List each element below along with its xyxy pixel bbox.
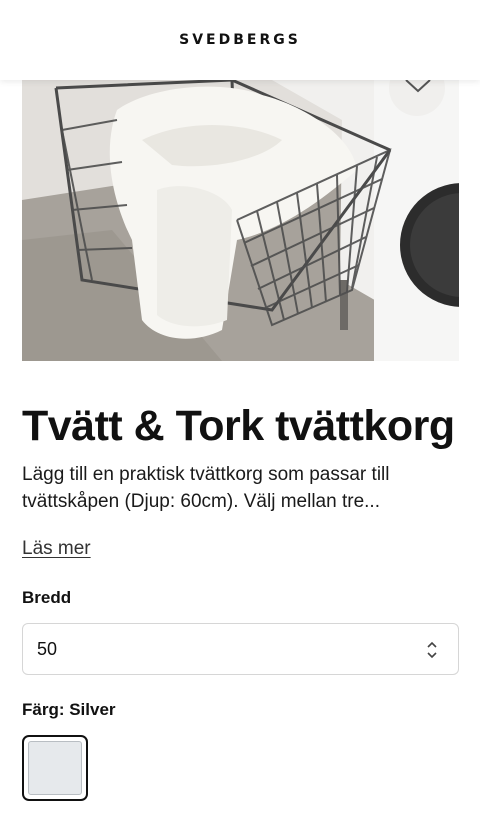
brand-logo[interactable]: SVEDBERGS <box>179 32 301 48</box>
width-select-value: 50 <box>37 638 58 659</box>
swatch-fill <box>28 741 82 795</box>
width-select[interactable]: 50 <box>22 623 459 675</box>
chevron-up-down-icon <box>427 641 437 659</box>
product-title: Tvätt & Tork tvättkorg <box>22 402 455 450</box>
product-description: Lägg till en praktisk tvättkorg som pass… <box>22 464 390 512</box>
color-label: Färg: Silver <box>22 700 116 719</box>
read-more-link[interactable]: Läs mer <box>22 538 91 560</box>
width-label: Bredd <box>22 588 72 607</box>
site-header: SVEDBERGS <box>0 0 480 80</box>
color-swatch-silver[interactable] <box>22 735 88 801</box>
product-image[interactable] <box>22 80 459 361</box>
laundry-basket-photo <box>22 80 459 361</box>
